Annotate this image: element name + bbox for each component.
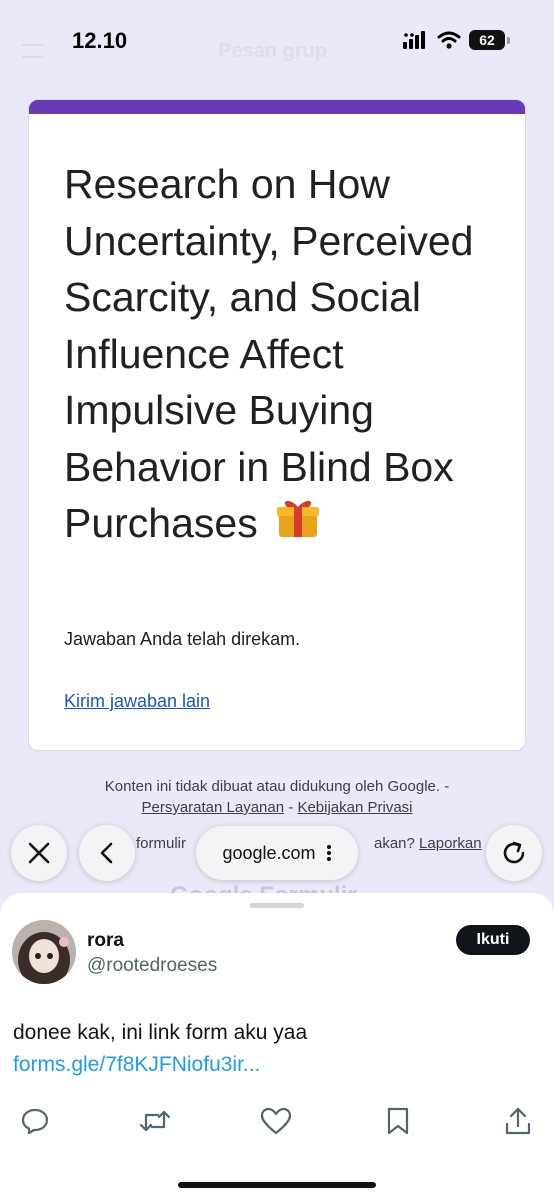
google-disclaimer: Konten ini tidak dibuat atau didukung ol…: [0, 776, 554, 818]
tweet-text: donee kak, ini link form aku yaa: [13, 1021, 308, 1044]
share-icon: [505, 1107, 531, 1135]
avatar[interactable]: [12, 920, 76, 984]
like-icon: [260, 1107, 292, 1135]
form-accent-bar: [29, 100, 525, 114]
report-text-right: akan? Laporkan: [374, 835, 482, 852]
tweet-sheet: rora @rootedroeses Ikuti donee kak, ini …: [0, 893, 554, 1200]
battery-icon: 62: [469, 30, 510, 50]
tweet-link[interactable]: forms.gle/7f8KJFNiofu3ir...: [13, 1053, 260, 1077]
signal-icon: [403, 31, 425, 49]
reply-button[interactable]: [19, 1105, 51, 1137]
retweet-button[interactable]: [139, 1105, 171, 1137]
more-options-icon[interactable]: [326, 844, 332, 862]
share-button[interactable]: [502, 1105, 534, 1137]
user-handle[interactable]: @rootedroeses: [87, 955, 217, 977]
battery-level: 62: [469, 30, 505, 50]
terms-of-service-link[interactable]: Persyaratan Layanan: [141, 799, 284, 816]
avatar-image: [12, 920, 76, 984]
home-indicator[interactable]: [178, 1182, 376, 1188]
status-time: 12.10: [72, 28, 128, 53]
form-title-text: Research on How Uncertainty, Perceived S…: [64, 161, 474, 546]
report-question: akan?: [374, 835, 415, 852]
form-card: Research on How Uncertainty, Perceived S…: [28, 99, 526, 751]
like-button[interactable]: [260, 1105, 292, 1137]
disclaimer-links: Persyaratan Layanan - Kebijakan Privasi: [0, 797, 554, 818]
browser-back-button[interactable]: [79, 825, 135, 881]
retweet-icon: [139, 1110, 171, 1132]
gift-icon: [277, 500, 320, 537]
report-text-left: formulir: [136, 835, 187, 852]
status-bar: 12.10 Pesan grup 62: [0, 0, 554, 86]
faded-menu-icon: [22, 44, 44, 58]
reload-button[interactable]: [486, 825, 542, 881]
close-browser-button[interactable]: [11, 825, 67, 881]
bookmark-button[interactable]: [382, 1105, 414, 1137]
user-display-name[interactable]: rora: [87, 930, 124, 952]
reply-icon: [21, 1108, 49, 1135]
sheet-grabber[interactable]: [250, 903, 304, 908]
wifi-icon: [437, 31, 461, 49]
reload-icon: [503, 841, 525, 864]
status-icons: 62: [403, 30, 510, 50]
follow-button[interactable]: Ikuti: [456, 925, 530, 955]
close-icon: [28, 842, 50, 864]
url-pill[interactable]: google.com: [196, 826, 358, 880]
form-title: Research on How Uncertainty, Perceived S…: [64, 156, 504, 552]
chevron-left-icon: [100, 842, 113, 864]
privacy-policy-link[interactable]: Kebijakan Privasi: [297, 799, 412, 816]
disclaimer-text: Konten ini tidak dibuat atau didukung ol…: [104, 778, 450, 795]
report-link[interactable]: Laporkan: [419, 835, 482, 852]
url-text: google.com: [222, 842, 316, 863]
submit-another-response-link[interactable]: Kirim jawaban lain: [64, 691, 210, 712]
bookmark-icon: [387, 1107, 409, 1135]
faded-header-title: Pesan grup: [218, 40, 327, 62]
disclaimer-separator: -: [288, 799, 294, 816]
form-confirmation-text: Jawaban Anda telah direkam.: [64, 629, 301, 649]
